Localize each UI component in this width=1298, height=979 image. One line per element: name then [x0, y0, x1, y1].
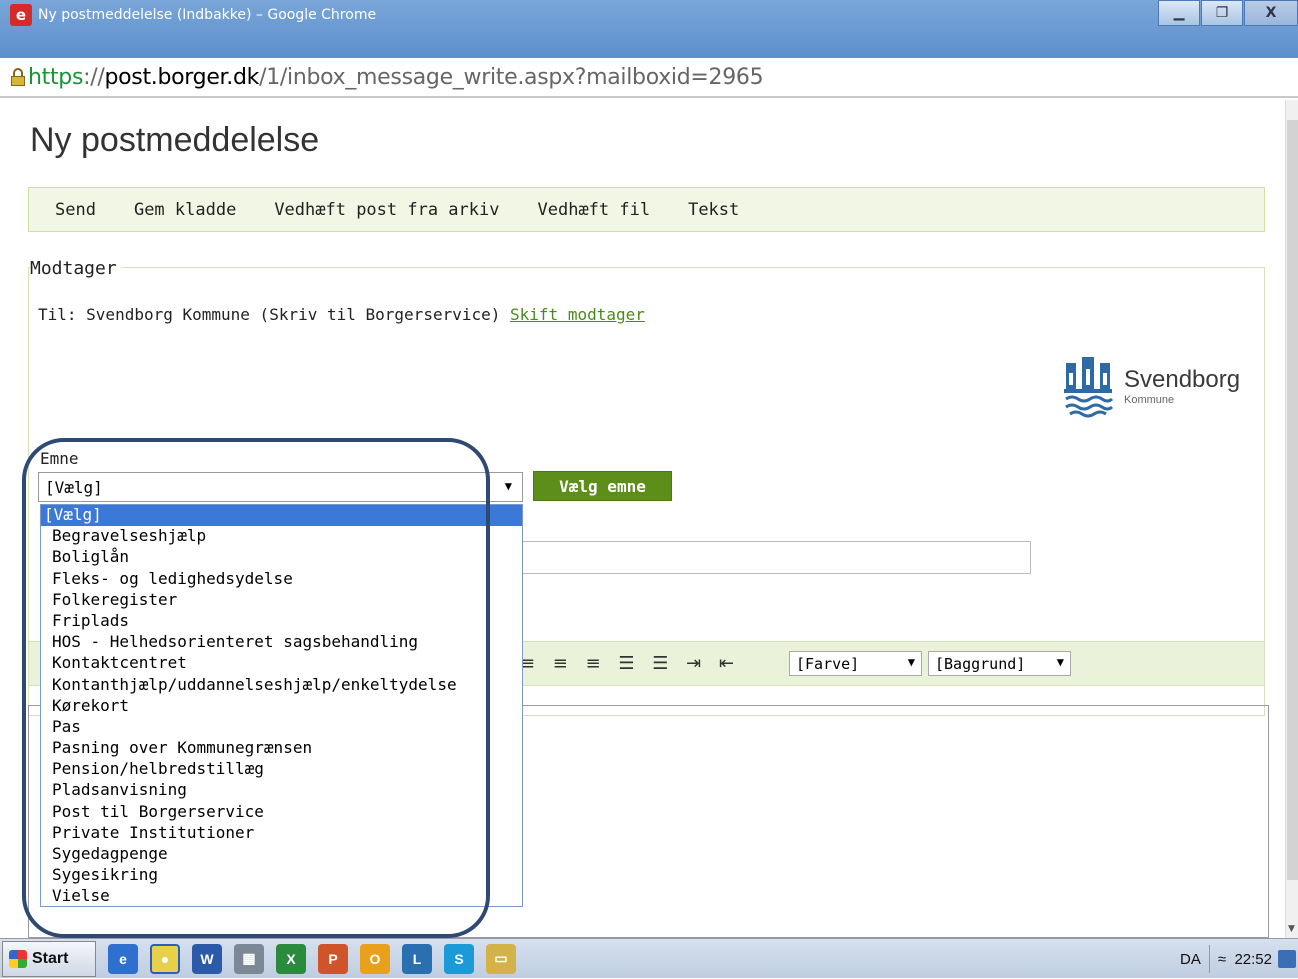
minimize-button[interactable]: ▁ — [1158, 0, 1200, 26]
save-draft-button[interactable]: Gem kladde — [134, 200, 236, 220]
tray-arrow-icon[interactable]: ≈ — [1218, 951, 1226, 968]
page-title: Ny postmeddelelse — [30, 121, 320, 159]
logo-sub: Kommune — [1124, 394, 1175, 406]
word-icon[interactable]: W — [192, 943, 222, 974]
close-button[interactable]: X — [1244, 0, 1298, 26]
choose-subject-button[interactable]: Vælg emne — [533, 471, 672, 501]
lock-icon — [10, 68, 26, 86]
address-bar[interactable]: https://post.borger.dk/1/inbox_message_w… — [0, 58, 1298, 98]
calendar-icon[interactable]: ▦ — [234, 943, 264, 974]
ie-icon[interactable]: e — [108, 943, 138, 974]
clock-time: 22:52 — [1234, 950, 1272, 968]
start-button[interactable]: Start — [2, 940, 96, 977]
subject-text-input[interactable] — [520, 541, 1031, 574]
scroll-down-icon[interactable]: ▼ — [1288, 924, 1295, 934]
clock[interactable]: ≈ 22:52 — [1208, 945, 1272, 973]
recipient-legend: Modtager — [30, 258, 121, 279]
lync-icon[interactable]: L — [402, 943, 432, 974]
send-button[interactable]: Send — [55, 200, 96, 220]
background-color-select[interactable]: [Baggrund] ▼ — [928, 651, 1071, 676]
annotation-highlight — [22, 438, 490, 938]
excel-icon[interactable]: X — [276, 943, 306, 974]
chrome-icon[interactable]: ● — [150, 943, 180, 974]
chevron-down-icon: ▼ — [1056, 655, 1064, 669]
municipality-logo: Svendborg Kommune — [1062, 345, 1244, 427]
scrollbar-thumb[interactable] — [1287, 120, 1298, 880]
text-button[interactable]: Tekst — [688, 200, 739, 220]
logo-name: Svendborg — [1124, 366, 1241, 393]
language-indicator[interactable]: DA — [1180, 951, 1201, 968]
text-color-select[interactable]: [Farve] ▼ — [789, 651, 922, 676]
url-text[interactable]: https://post.borger.dk/1/inbox_message_w… — [28, 65, 764, 90]
compose-toolbar: Send Gem kladde Vedhæft post fra arkiv V… — [28, 187, 1265, 232]
window-title: Ny postmeddelelse (Indbakke) – Google Ch… — [38, 6, 377, 23]
folder-icon[interactable]: ▭ — [486, 943, 516, 974]
restore-button[interactable]: ❐ — [1201, 0, 1243, 26]
chevron-down-icon: ▼ — [907, 655, 915, 669]
show-desktop-icon[interactable] — [1278, 950, 1296, 968]
system-tray: DA ≈ 22:52 — [1180, 939, 1298, 979]
page-content: Ny postmeddelelse Send Gem kladde Vedhæf… — [0, 100, 1285, 938]
windows-logo-icon — [9, 949, 27, 968]
powerpoint-icon[interactable]: P — [318, 943, 348, 974]
chevron-down-icon: ▼ — [504, 479, 512, 493]
outlook-icon[interactable]: O — [360, 943, 390, 974]
attach-file-button[interactable]: Vedhæft fil — [537, 200, 650, 220]
recipient-text: Til: Svendborg Kommune (Skriv til Borger… — [38, 305, 501, 324]
vertical-scrollbar[interactable]: ▼ — [1285, 100, 1298, 938]
recipient-line: Til: Svendborg Kommune (Skriv til Borger… — [38, 305, 645, 324]
svendborg-emblem-icon — [1062, 351, 1114, 421]
attach-archive-button[interactable]: Vedhæft post fra arkiv — [274, 200, 499, 220]
change-recipient-link[interactable]: Skift modtager — [510, 305, 645, 324]
app-icon: e — [10, 3, 32, 26]
window-titlebar: e Ny postmeddelelse (Indbakke) – Google … — [0, 0, 1298, 58]
taskbar: Start e ● W ▦ X P O L S ▭ DA ≈ 22:52 — [0, 938, 1298, 978]
format-align-list-icons[interactable]: ≡ ≡ ≡ ☰ ☰ ⇥ ⇤ — [520, 653, 740, 674]
skype-icon[interactable]: S — [444, 943, 474, 974]
